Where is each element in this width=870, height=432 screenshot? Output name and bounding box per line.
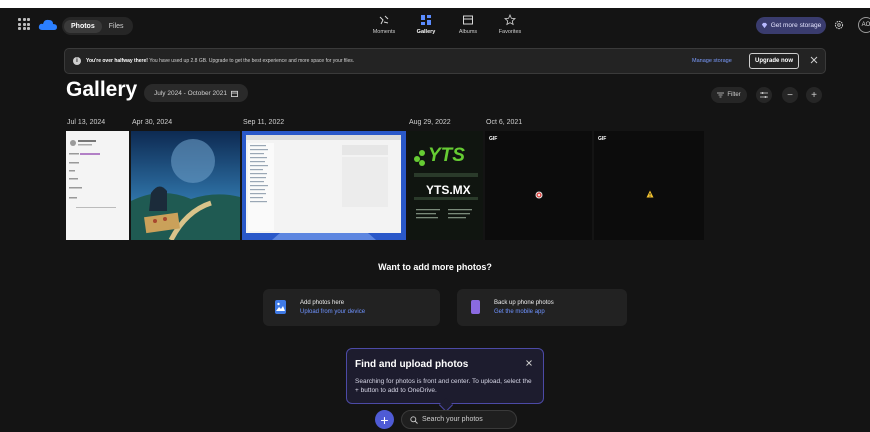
zoom-out-button[interactable]: − [782,87,798,103]
nav-albums[interactable]: Albums [452,14,484,35]
close-icon[interactable] [809,55,819,65]
date-range-picker[interactable]: July 2024 - October 2021 [144,84,248,102]
photo-thumbnail[interactable]: YTS YTS.MX [408,131,483,240]
search-placeholder: Search your photos [422,416,483,423]
date-label: Jul 13, 2024 [67,119,106,126]
fantasy-landscape-image [131,131,240,240]
phone-icon [471,300,480,314]
filter-label: Filter [727,92,741,98]
get-mobile-app-link[interactable]: Get the mobile app [494,309,545,315]
banner-bold: You're over halfway there! [86,58,148,64]
nav-gallery-label: Gallery [416,29,436,35]
storage-banner: i You're over halfway there! You have us… [64,48,826,74]
photo-thumbnail[interactable] [242,131,406,240]
avatar[interactable]: AO [858,17,870,33]
plus-icon: + [380,411,389,428]
popup-body: Searching for photos is front and center… [355,378,532,394]
date-label: Sep 11, 2022 [243,119,285,126]
popup-title: Find and upload photos [355,359,469,370]
nav-gallery[interactable]: Gallery [410,14,442,35]
moments-icon [379,15,389,25]
gif-badge: GIF [598,136,607,142]
calendar-icon [231,90,238,97]
yts-logo-text: YTS [428,145,465,166]
albums-icon [463,15,473,25]
upload-tip-popup: Find and upload photos Searching for pho… [346,348,544,413]
date-label: Aug 29, 2022 [409,119,451,126]
tab-files[interactable]: Files [102,20,131,33]
info-icon: i [73,57,81,65]
manage-storage-link[interactable]: Manage storage [692,58,732,64]
backup-phone-title: Back up phone photos [494,300,554,306]
app-launcher-icon[interactable] [18,18,30,30]
gif-badge: GIF [489,136,498,142]
nav-favorites-label: Favorites [498,29,522,35]
upgrade-now-button[interactable]: Upgrade now [749,53,799,69]
close-icon[interactable] [525,359,533,367]
plus-icon: + [811,89,817,101]
page-title: Gallery [66,78,138,101]
upload-from-device-link[interactable]: Upload from your device [300,309,365,315]
error-icon [535,191,543,199]
star-icon [504,14,516,26]
add-photos-title: Add photos here [300,300,345,306]
diamond-icon [761,22,767,29]
get-more-storage-button[interactable]: Get more storage [756,17,826,34]
top-bar: Photos Files Moments Gallery Albums Favo… [0,8,870,42]
main-nav: Moments Gallery Albums Favorites [368,14,526,35]
warning-icon [646,190,654,198]
nav-favorites[interactable]: Favorites [494,14,526,35]
settings-screenshot-image [69,140,116,208]
nav-moments[interactable]: Moments [368,14,400,35]
minus-icon: − [787,89,793,101]
photos-app: Photos Files Moments Gallery Albums Favo… [0,8,870,432]
search-icon [410,415,418,424]
photo-thumbnail[interactable] [66,131,129,240]
gallery-icon [421,15,431,25]
view-switcher: Photos Files [62,17,133,35]
photo-thumbnail[interactable] [131,131,240,240]
windows-explorer-screenshot-image [242,131,406,240]
image-upload-icon [275,300,286,314]
photo-thumbnail[interactable]: GIF [485,131,592,240]
adjust-button[interactable] [756,87,772,103]
nav-albums-label: Albums [458,29,478,35]
storage-label: Get more storage [770,22,822,29]
add-photos-card[interactable]: Add photos here Upload from your device [263,289,440,326]
date-range-label: July 2024 - October 2021 [154,89,227,97]
add-button[interactable]: + [375,410,394,429]
sliders-icon [760,92,768,98]
zoom-in-button[interactable]: + [806,87,822,103]
date-label: Apr 30, 2024 [132,119,173,126]
banner-message: You're over halfway there! You have used… [86,58,354,64]
filter-icon [717,92,725,98]
gear-icon[interactable] [834,20,844,30]
onedrive-cloud-icon [38,19,57,30]
date-label: Oct 6, 2021 [486,119,523,126]
banner-text: You have used up 2.8 GB. Upgrade to get … [147,58,355,64]
search-input[interactable]: Search your photos [401,410,517,429]
photo-thumbnail[interactable]: GIF [594,131,704,240]
filter-button[interactable]: Filter [711,87,747,103]
tab-photos[interactable]: Photos [64,19,102,33]
backup-phone-card[interactable]: Back up phone photos Get the mobile app [457,289,627,326]
add-photos-heading: Want to add more photos? [378,262,492,272]
yts-domain-text: YTS.MX [426,183,471,197]
nav-moments-label: Moments [372,29,396,35]
